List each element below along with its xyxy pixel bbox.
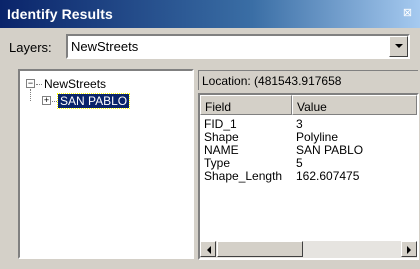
tree-connector bbox=[36, 84, 42, 85]
field-cell: Shape_Length bbox=[204, 169, 283, 183]
tree-connector bbox=[52, 101, 57, 102]
close-icon[interactable]: ⊠ bbox=[401, 7, 414, 20]
value-cell: 162.607475 bbox=[296, 169, 360, 183]
layers-dropdown[interactable]: NewStreets bbox=[66, 34, 410, 59]
value-cell: SAN PABLO bbox=[296, 143, 364, 157]
identify-results-window: Identify Results ⊠ Layers: NewStreets − … bbox=[0, 0, 420, 269]
arrow-right-icon bbox=[407, 246, 411, 254]
layers-selected-value: NewStreets bbox=[71, 39, 139, 54]
column-header-value[interactable]: Value bbox=[292, 95, 417, 115]
tree-node-label: NewStreets bbox=[44, 77, 107, 91]
horizontal-scrollbar[interactable] bbox=[200, 241, 417, 258]
tree-node-label: SAN PABLO bbox=[56, 93, 131, 109]
scroll-right-button[interactable] bbox=[401, 241, 417, 257]
tree-node-san-pablo[interactable]: + SAN PABLO bbox=[42, 93, 182, 110]
column-header-field[interactable]: Field bbox=[200, 95, 292, 115]
scroll-left-button[interactable] bbox=[200, 241, 216, 257]
title-bar[interactable]: Identify Results ⊠ bbox=[0, 0, 420, 28]
tree-node-newstreets[interactable]: − NewStreets bbox=[26, 77, 186, 93]
arrow-left-icon bbox=[207, 246, 211, 254]
expand-icon[interactable]: + bbox=[42, 96, 51, 105]
attributes-list[interactable]: Field Value FID_1 3 Shape Polyline NAME … bbox=[198, 93, 419, 260]
window-title: Identify Results bbox=[7, 6, 113, 22]
layers-label: Layers: bbox=[9, 40, 52, 55]
chevron-down-icon bbox=[395, 44, 403, 48]
attributes-header: Field Value bbox=[200, 95, 417, 115]
scroll-thumb[interactable] bbox=[217, 241, 303, 257]
tree-connector bbox=[30, 89, 31, 101]
dropdown-button[interactable] bbox=[389, 36, 408, 57]
collapse-icon[interactable]: − bbox=[26, 79, 35, 88]
results-tree[interactable]: − NewStreets + SAN PABLO bbox=[18, 69, 194, 259]
location-readout: Location: (481543.917658 bbox=[198, 70, 418, 90]
